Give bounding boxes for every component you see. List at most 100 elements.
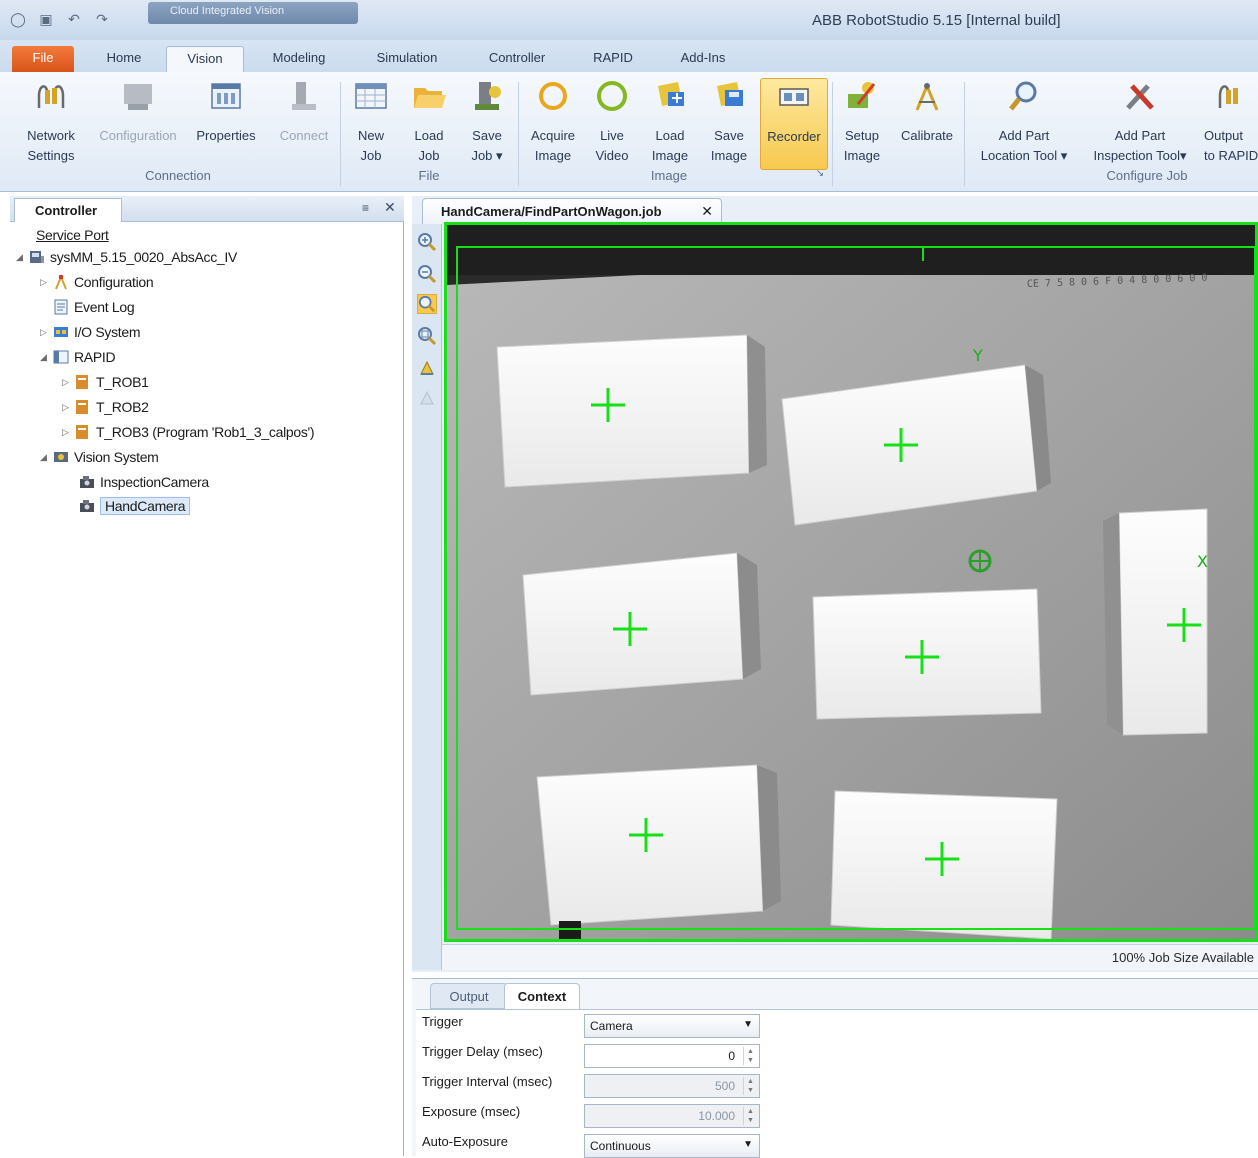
- detected-part: [496, 334, 767, 488]
- document-area: HandCamera/FindPartOnWagon.job ✕ CE 7 5 …: [412, 196, 1258, 972]
- calibrate-button[interactable]: Calibrate: [894, 78, 960, 146]
- zoom-fit-icon[interactable]: [417, 294, 437, 314]
- tree-item-system[interactable]: ◢ sysMM_5.15_0020_AbsAcc_IV: [16, 246, 237, 268]
- app-menu-icon[interactable]: ◯: [8, 9, 28, 29]
- pan-icon[interactable]: [417, 358, 437, 378]
- trigger-select[interactable]: Camera ▼: [584, 1014, 760, 1038]
- configuration-icon: [124, 84, 152, 110]
- auto-exposure-select[interactable]: Continuous ▼: [584, 1134, 760, 1158]
- properties-icon: [211, 83, 241, 109]
- tab-vision[interactable]: Vision: [166, 46, 244, 72]
- detected-part: [1103, 508, 1208, 736]
- tab-controller[interactable]: Controller: [474, 46, 560, 72]
- collapsed-arrow-icon[interactable]: ▷: [40, 277, 52, 288]
- dialog-launcher-icon[interactable]: ↘: [812, 168, 828, 179]
- annotate-icon[interactable]: [417, 388, 437, 408]
- recorder-button[interactable]: Recorder: [760, 78, 828, 170]
- trigger-delay-stepper[interactable]: 0 ▲ ▼: [584, 1044, 760, 1068]
- tab-modeling[interactable]: Modeling: [258, 46, 340, 72]
- tree-item-inspection-camera[interactable]: InspectionCamera: [78, 471, 209, 493]
- properties-button[interactable]: Properties: [190, 78, 262, 146]
- tab-rapid[interactable]: RAPID: [584, 46, 642, 72]
- tab-context[interactable]: Context: [504, 983, 580, 1009]
- redo-icon[interactable]: ↷: [92, 9, 112, 29]
- collapsed-arrow-icon[interactable]: ▷: [40, 327, 52, 338]
- collapsed-arrow-icon[interactable]: ▷: [62, 402, 74, 413]
- close-tab-icon[interactable]: ✕: [701, 203, 713, 220]
- new-job-button[interactable]: New Job: [346, 78, 396, 166]
- configuration-button[interactable]: Configuration: [90, 78, 186, 146]
- connect-icon: [292, 82, 316, 110]
- detected-part: [522, 552, 761, 696]
- tree-item-vision-system[interactable]: ◢ Vision System: [40, 446, 159, 468]
- camera-image-view[interactable]: CE 7 5 8 0 6 F 0 4 8 0 0 6 0 0 Y X: [444, 222, 1258, 942]
- camera-icon: [80, 500, 94, 512]
- camera-image: CE 7 5 8 0 6 F 0 4 8 0 0 6 0 0 Y X: [447, 225, 1255, 939]
- save-icon[interactable]: ▣: [36, 9, 56, 29]
- expanded-arrow-icon[interactable]: ◢: [40, 352, 52, 363]
- tab-home[interactable]: Home: [96, 46, 152, 72]
- tree-item-service-port[interactable]: Service Port: [36, 224, 109, 246]
- group-separator: [518, 82, 519, 186]
- zoom-out-icon[interactable]: [417, 264, 437, 284]
- expanded-arrow-icon[interactable]: ◢: [40, 452, 52, 463]
- app-title: ABB RobotStudio 5.15 [Internal build]: [812, 12, 1061, 29]
- detected-part: [536, 764, 781, 926]
- folder-open-icon: [414, 88, 446, 108]
- expanded-arrow-icon[interactable]: ◢: [16, 252, 28, 263]
- undo-icon[interactable]: ↶: [64, 9, 84, 29]
- output-to-rapid-button[interactable]: Output to RAPID: [1204, 78, 1258, 166]
- trigger-delay-label: Trigger Delay (msec): [422, 1044, 543, 1059]
- tab-controller[interactable]: Controller: [14, 198, 122, 222]
- task-icon: [76, 425, 88, 439]
- setup-image-button[interactable]: Setup Image: [836, 78, 888, 166]
- tree-item-event-log[interactable]: Event Log: [52, 296, 135, 318]
- tree-item-hand-camera[interactable]: HandCamera: [74, 495, 191, 517]
- collapsed-arrow-icon[interactable]: ▷: [62, 427, 74, 438]
- trigger-interval-label: Trigger Interval (msec): [422, 1074, 553, 1089]
- spinner-icon[interactable]: ▲ ▼: [743, 1047, 757, 1065]
- chevron-down-icon: ▼: [743, 1139, 753, 1150]
- tree-item-rapid[interactable]: ◢ RAPID: [40, 346, 116, 368]
- new-job-icon: [355, 83, 387, 109]
- tab-add-ins[interactable]: Add-Ins: [668, 46, 738, 72]
- group-separator: [340, 82, 341, 186]
- trigger-interval-stepper[interactable]: 500 ▲ ▼: [584, 1074, 760, 1098]
- camera-icon: [80, 476, 94, 488]
- add-part-location-tool-button[interactable]: Add Part Location Tool ▾: [972, 78, 1076, 166]
- tab-output[interactable]: Output: [430, 983, 508, 1009]
- save-job-button[interactable]: Save Job ▾: [462, 78, 512, 166]
- add-part-inspection-tool-button[interactable]: Add Part Inspection Tool▾: [1082, 78, 1198, 166]
- recorder-icon: [779, 88, 809, 106]
- spinner-icon[interactable]: ▲ ▼: [743, 1077, 757, 1095]
- tree-item-t-rob2[interactable]: ▷ T_ROB2: [62, 396, 149, 418]
- network-settings-button[interactable]: Network Settings: [20, 78, 82, 166]
- tree-item-t-rob1[interactable]: ▷ T_ROB1: [62, 371, 149, 393]
- spinner-icon[interactable]: ▲ ▼: [743, 1107, 757, 1125]
- load-job-button[interactable]: Load Job: [404, 78, 454, 166]
- acquire-image-button[interactable]: Acquire Image: [524, 78, 582, 166]
- task-icon: [76, 375, 88, 389]
- ribbon-tab-row: File Home Vision Modeling Simulation Con…: [0, 40, 1258, 72]
- live-video-button[interactable]: Live Video: [586, 78, 638, 166]
- pin-icon[interactable]: ≡: [362, 201, 369, 215]
- tab-simulation[interactable]: Simulation: [362, 46, 452, 72]
- tab-findpartonwagon-job[interactable]: HandCamera/FindPartOnWagon.job ✕: [422, 198, 722, 224]
- exposure-stepper[interactable]: 10.000 ▲ ▼: [584, 1104, 760, 1128]
- tab-file[interactable]: File: [12, 46, 74, 72]
- load-image-button[interactable]: Load Image: [642, 78, 698, 166]
- close-icon[interactable]: ✕: [384, 199, 396, 216]
- live-video-icon: [597, 81, 627, 111]
- axis-label-y: Y: [972, 346, 983, 365]
- tree-item-io-system[interactable]: ▷ I/O System: [40, 321, 141, 343]
- context-properties: Trigger Camera ▼ Trigger Delay (msec) 0 …: [416, 1009, 1258, 1158]
- job-size-indicator: 100% Job Size Available: [1111, 950, 1254, 965]
- collapsed-arrow-icon[interactable]: ▷: [62, 377, 74, 388]
- save-image-button[interactable]: Save Image: [702, 78, 756, 166]
- zoom-in-icon[interactable]: [417, 232, 437, 252]
- tree-item-configuration[interactable]: ▷ Configuration: [40, 271, 154, 293]
- zoom-actual-icon[interactable]: [417, 326, 437, 346]
- tree-item-t-rob3[interactable]: ▷ T_ROB3 (Program 'Rob1_3_calpos'): [62, 421, 315, 443]
- detected-part: [830, 790, 1058, 939]
- connect-button[interactable]: Connect: [272, 78, 336, 146]
